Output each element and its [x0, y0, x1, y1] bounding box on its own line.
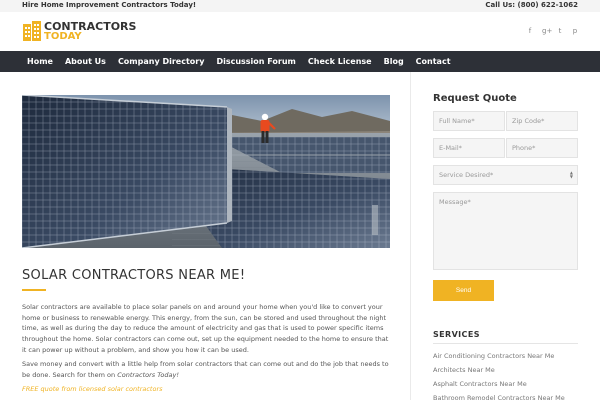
- building-logo-icon: [23, 21, 41, 41]
- column-divider: [410, 72, 411, 400]
- topbar-phone[interactable]: Call Us: (800) 622-1062: [485, 1, 578, 9]
- page-title: SOLAR CONTRACTORS NEAR ME!: [22, 268, 246, 283]
- site-header: CONTRACTORS TODAY f g+ t p: [0, 12, 600, 51]
- request-quote-title: Request Quote: [433, 93, 517, 104]
- message-textarea[interactable]: Message*: [433, 192, 578, 270]
- nav-item-check-license[interactable]: Check License: [302, 51, 378, 72]
- service-link[interactable]: Air Conditioning Contractors Near Me: [433, 349, 583, 363]
- full-name-input[interactable]: Full Name*: [433, 111, 505, 131]
- google-plus-icon[interactable]: g+: [542, 27, 552, 35]
- logo-text-today: TODAY: [44, 31, 82, 42]
- cta-paragraph-emphasis: Contractors Today!: [117, 370, 179, 379]
- service-select-value: Service Desired*: [439, 171, 494, 179]
- nav-item-home[interactable]: Home: [21, 51, 59, 72]
- phone-input[interactable]: Phone*: [506, 138, 578, 158]
- pinterest-icon[interactable]: p: [572, 27, 578, 35]
- zip-code-input[interactable]: Zip Code*: [506, 111, 578, 131]
- cta-paragraph-text: Save money and convert with a little hel…: [22, 360, 389, 379]
- send-button[interactable]: Send: [433, 280, 494, 301]
- facebook-icon[interactable]: f: [527, 27, 533, 35]
- topbar-tagline: Hire Home Improvement Contractors Today!: [22, 1, 197, 9]
- main-nav: Home About Us Company Directory Discussi…: [0, 51, 600, 72]
- social-links: f g+ t p: [527, 27, 578, 35]
- nav-item-company-directory[interactable]: Company Directory: [112, 51, 211, 72]
- service-link[interactable]: Asphalt Contractors Near Me: [433, 377, 583, 391]
- select-arrows-icon: ▲ ▼: [569, 170, 573, 179]
- nav-item-about-us[interactable]: About Us: [59, 51, 112, 72]
- top-bar: Hire Home Improvement Contractors Today!…: [0, 0, 600, 12]
- service-link[interactable]: Bathroom Remodel Contractors Near Me: [433, 391, 583, 400]
- services-list: Air Conditioning Contractors Near Me Arc…: [433, 349, 583, 400]
- solar-panels-hero-image: [22, 95, 390, 248]
- twitter-icon[interactable]: t: [557, 27, 563, 35]
- title-underline: [22, 289, 46, 291]
- nav-item-blog[interactable]: Blog: [378, 51, 410, 72]
- service-link[interactable]: Architects Near Me: [433, 363, 583, 377]
- services-heading: SERVICES: [433, 330, 480, 339]
- free-quote-link[interactable]: FREE quote from licensed solar contracto…: [22, 385, 163, 393]
- services-divider: [433, 343, 578, 344]
- intro-paragraph: Solar contractors are available to place…: [22, 303, 389, 354]
- site-logo[interactable]: CONTRACTORS TODAY: [22, 20, 136, 44]
- email-input[interactable]: E-Mail*: [433, 138, 505, 158]
- nav-item-discussion-forum[interactable]: Discussion Forum: [210, 51, 301, 72]
- cta-paragraph: Save money and convert with a little hel…: [22, 359, 392, 380]
- nav-item-contact[interactable]: Contact: [410, 51, 457, 72]
- service-select[interactable]: Service Desired* ▲ ▼: [433, 165, 578, 185]
